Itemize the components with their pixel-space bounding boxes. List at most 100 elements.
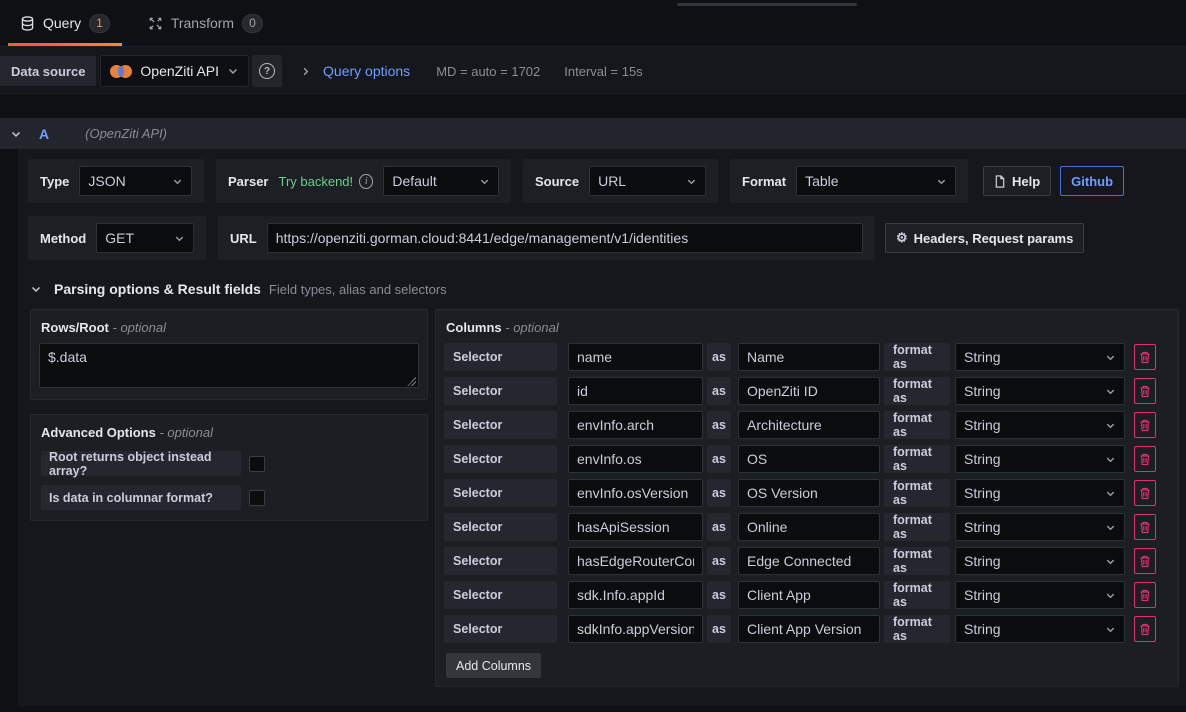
column-alias-input[interactable] [738, 547, 880, 575]
query-row-header[interactable]: A (OpenZiti API) [0, 118, 1186, 149]
column-alias-input[interactable] [738, 411, 880, 439]
column-selector-input[interactable] [568, 513, 703, 541]
column-format-select[interactable]: String [955, 411, 1125, 439]
selector-label: Selector [444, 479, 557, 507]
delete-column-button[interactable] [1134, 514, 1156, 540]
format-as-label: format as [884, 343, 950, 371]
column-format-select[interactable]: String [955, 479, 1125, 507]
advanced-title-text: Advanced Options [41, 425, 156, 440]
trash-icon [1139, 589, 1151, 602]
query-count-badge: 1 [89, 14, 110, 33]
column-selector-input[interactable] [568, 479, 703, 507]
drag-handle[interactable] [677, 3, 857, 6]
query-options-link[interactable]: Query options [323, 63, 410, 79]
github-button-label: Github [1071, 174, 1113, 189]
column-format-select[interactable]: String [955, 547, 1125, 575]
format-select[interactable]: Table [796, 166, 956, 196]
delete-column-button[interactable] [1134, 412, 1156, 438]
column-format-select[interactable]: String [955, 343, 1125, 371]
try-backend-hint: Try backend! [278, 174, 353, 189]
column-selector-input[interactable] [568, 547, 703, 575]
tab-transform[interactable]: Transform 0 [136, 0, 275, 46]
delete-column-button[interactable] [1134, 582, 1156, 608]
add-columns-button[interactable]: Add Columns [446, 653, 541, 678]
trash-icon [1139, 351, 1151, 364]
column-format-select[interactable]: String [955, 445, 1125, 473]
column-selector-input[interactable] [568, 343, 703, 371]
trash-icon [1139, 555, 1151, 568]
chevron-right-icon [300, 66, 311, 77]
delete-column-button[interactable] [1134, 616, 1156, 642]
delete-column-button[interactable] [1134, 344, 1156, 370]
rows-root-optional: - optional [113, 320, 166, 335]
delete-column-button[interactable] [1134, 480, 1156, 506]
collapse-chevron-icon[interactable] [10, 128, 22, 140]
parser-select[interactable]: Default [383, 166, 499, 196]
column-format-select[interactable]: String [955, 377, 1125, 405]
headers-button-label: Headers, Request params [914, 231, 1074, 246]
editor-tab-bar: Query 1 Transform 0 [0, 0, 1186, 47]
format-as-label: format as [884, 581, 950, 609]
as-label: as [707, 343, 731, 371]
openziti-logo-icon [110, 65, 132, 78]
resize-handle-icon[interactable] [407, 377, 416, 386]
column-alias-input[interactable] [738, 581, 880, 609]
column-selector-input[interactable] [568, 615, 703, 643]
tab-transform-label: Transform [171, 15, 234, 31]
method-field: Method GET [28, 216, 206, 260]
method-select[interactable]: GET [96, 223, 194, 253]
delete-column-button[interactable] [1134, 378, 1156, 404]
tab-query[interactable]: Query 1 [8, 0, 122, 46]
database-icon [20, 16, 35, 31]
column-alias-input[interactable] [738, 479, 880, 507]
headers-request-params-button[interactable]: ⚙ Headers, Request params [885, 223, 1084, 253]
chevron-down-icon [1105, 590, 1116, 601]
column-alias-input[interactable] [738, 513, 880, 541]
trash-icon [1139, 487, 1151, 500]
columns-title: Columns - optional [446, 320, 1170, 335]
type-select[interactable]: JSON [79, 166, 192, 196]
delete-column-button[interactable] [1134, 446, 1156, 472]
url-input[interactable] [267, 223, 863, 253]
source-select[interactable]: URL [589, 166, 706, 196]
delete-column-button[interactable] [1134, 548, 1156, 574]
chevron-down-icon [1105, 488, 1116, 499]
column-selector-input[interactable] [568, 377, 703, 405]
left-column: Rows/Root - optional $.data Advanced Opt… [30, 309, 428, 521]
parsing-options-section-header[interactable]: Parsing options & Result fields Field ty… [30, 281, 1182, 297]
format-label: Format [742, 174, 786, 189]
root-returns-object-checkbox[interactable] [249, 456, 265, 472]
column-selector-input[interactable] [568, 445, 703, 473]
column-format-value: String [964, 349, 1001, 365]
column-alias-input[interactable] [738, 445, 880, 473]
method-label: Method [40, 231, 86, 246]
as-label: as [707, 377, 731, 405]
column-alias-input[interactable] [738, 615, 880, 643]
format-as-label: format as [884, 411, 950, 439]
as-label: as [707, 547, 731, 575]
github-button[interactable]: Github [1060, 166, 1124, 196]
section-chevron-icon [30, 283, 42, 295]
parser-field: Parser Try backend! i Default [216, 159, 511, 203]
column-alias-input[interactable] [738, 377, 880, 405]
column-format-select[interactable]: String [955, 615, 1125, 643]
spacer [0, 96, 1186, 118]
column-selector-input[interactable] [568, 581, 703, 609]
source-field: Source URL [523, 159, 718, 203]
columns-optional: - optional [505, 320, 558, 335]
chevron-down-icon [1105, 454, 1116, 465]
columnar-format-checkbox[interactable] [249, 490, 265, 506]
datasource-help-button[interactable]: ? [252, 55, 282, 87]
column-row: Selector as format as String [444, 377, 1170, 405]
column-alias-input[interactable] [738, 343, 880, 371]
question-circle-icon: ? [259, 63, 275, 79]
datasource-picker[interactable]: OpenZiti API [100, 55, 249, 87]
column-format-select[interactable]: String [955, 581, 1125, 609]
column-row: Selector as format as String [444, 343, 1170, 371]
chevron-down-icon [1105, 624, 1116, 635]
help-button[interactable]: Help [983, 166, 1051, 196]
column-format-select[interactable]: String [955, 513, 1125, 541]
column-selector-input[interactable] [568, 411, 703, 439]
rows-root-textarea[interactable]: $.data [39, 343, 419, 388]
selector-label: Selector [444, 513, 557, 541]
